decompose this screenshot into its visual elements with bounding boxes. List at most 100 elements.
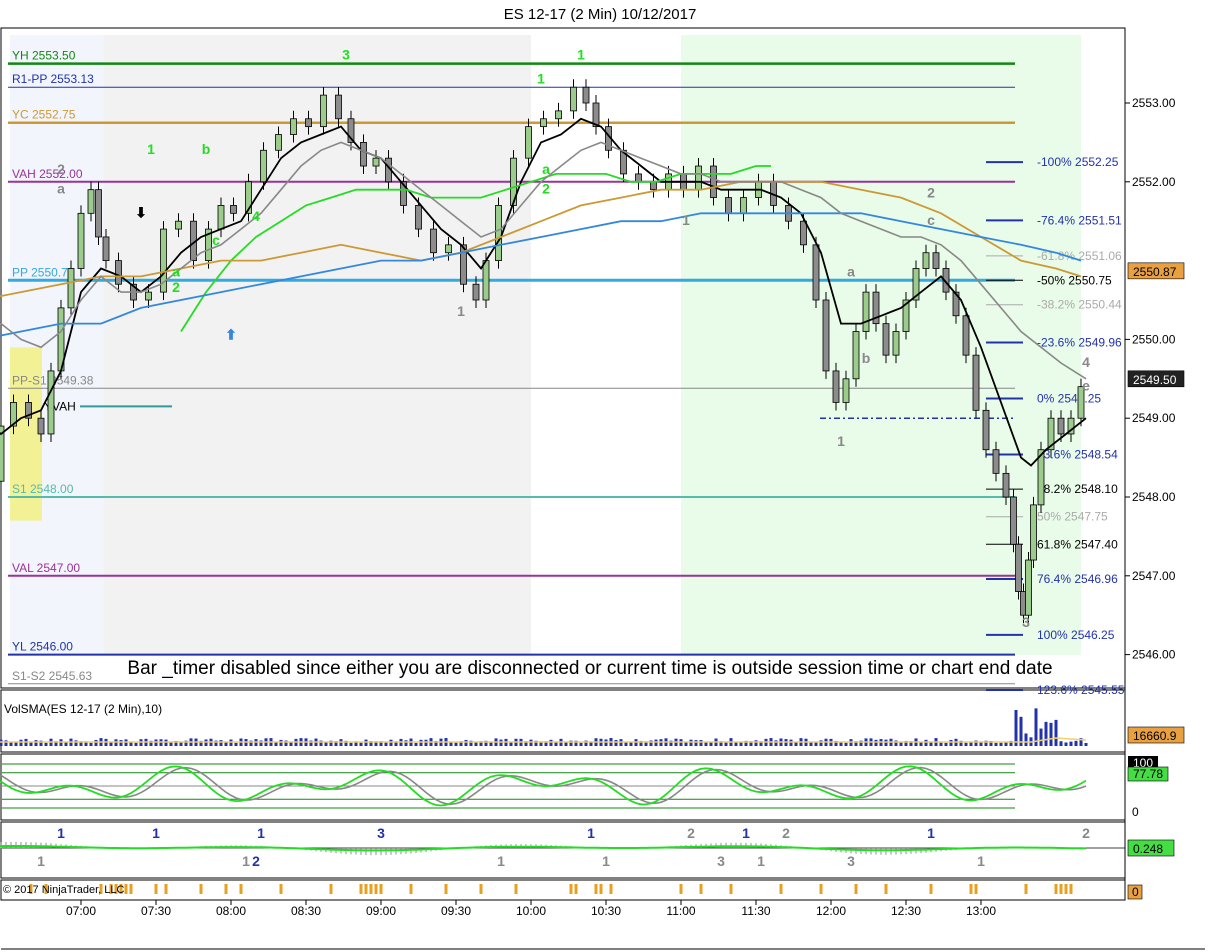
candle: [260, 149, 267, 183]
session-marker: [379, 884, 383, 894]
time-axis[interactable]: 07:00 07:30 08:00 08:30 09:00 09:30 10:00 10:30…: [66, 900, 996, 918]
x-tick-label: 12:00: [816, 904, 846, 918]
volume-bar: [579, 742, 583, 746]
pivot-label: YH 2553.50: [12, 49, 76, 63]
session-marker: [699, 884, 703, 894]
session-marker-panel: 0: [29, 884, 1143, 900]
panel-frame: [0, 821, 1126, 879]
session-marker: [514, 884, 518, 894]
candle: [77, 212, 85, 269]
wave-label: 1: [837, 433, 845, 449]
x-tick-label: 10:30: [591, 904, 621, 918]
pivot-label: YL 2546.00: [12, 640, 73, 654]
wave-label: 3: [1022, 614, 1030, 630]
wave-label: 1: [682, 212, 690, 228]
candle: [962, 315, 970, 356]
session-marker: [599, 884, 603, 894]
price-tags: 2550.87 2549.50: [1127, 262, 1185, 388]
candle: [1002, 472, 1010, 498]
fib-label: -76.4% 2551.51: [1037, 213, 1122, 227]
session-marker: [1069, 884, 1073, 894]
volume-panel-label: VolSMA(ES 12-17 (2 Min),10): [4, 702, 162, 716]
volume-bar: [614, 740, 618, 746]
session-marker: [359, 884, 363, 894]
volume-bar: [694, 740, 698, 746]
candle: [47, 370, 55, 435]
candle: [882, 323, 890, 356]
candle: [582, 86, 590, 104]
volume-bar: [119, 740, 123, 746]
x-tick-label: 07:00: [66, 904, 96, 918]
y-tick-label: 2548.00: [1132, 490, 1176, 504]
session-backgrounds: [10, 35, 1081, 655]
candle: [87, 189, 95, 214]
wave-label: c: [212, 232, 220, 248]
volume-bar: [709, 742, 713, 746]
pivot-label: R1-PP 2553.13: [12, 72, 94, 86]
session-marker: [594, 884, 598, 894]
volume-bar: [229, 739, 233, 746]
volume-bar: [34, 740, 38, 746]
candle: [1025, 559, 1032, 616]
volume-bar: [44, 742, 48, 746]
macd-wave-label: 1: [742, 825, 750, 841]
stoch-tick-0: 0: [1132, 805, 1139, 819]
wave-label: a: [542, 161, 550, 177]
candle: [540, 118, 547, 128]
volume-bar: [939, 742, 943, 746]
candle: [635, 173, 642, 183]
volume-tag-text: 16660.9: [1133, 729, 1177, 743]
candle: [305, 118, 312, 128]
chart-canvas[interactable]: ES 12-17 (2 Min) 10/12/2017 YH 2553.50 R1…: [0, 0, 1208, 952]
volume-bar: [944, 742, 948, 746]
session-marker: [154, 884, 158, 894]
y-tick-label: 2550.00: [1132, 332, 1176, 346]
pivot-label: PP 2550.75: [12, 265, 75, 279]
volume-bar: [789, 739, 793, 746]
volume-bar: [1064, 742, 1068, 746]
candle: [145, 291, 152, 301]
candle: [570, 86, 577, 112]
candle: [175, 220, 182, 230]
volume-bar: [454, 742, 458, 746]
session-marker: [444, 884, 448, 894]
candle: [1057, 417, 1065, 435]
session-marker: [369, 884, 373, 894]
volume-bar: [1084, 742, 1088, 746]
session-marker: [479, 884, 483, 894]
candle: [102, 236, 110, 262]
session-marker: [409, 884, 413, 894]
volume-bar: [219, 740, 223, 746]
session-marker: [884, 884, 888, 894]
fib-label: 38.2% 2548.10: [1037, 482, 1118, 496]
macd-wave-label: 2: [687, 825, 695, 841]
wave-label: 1: [537, 70, 545, 86]
session-marker: [374, 884, 378, 894]
session-marker: [1059, 884, 1063, 894]
macd-wave-label: 2: [252, 853, 260, 869]
session-marker: [574, 884, 578, 894]
volume-bar: [774, 740, 778, 746]
x-tick-label: 11:30: [741, 904, 770, 918]
volume-bar: [689, 739, 693, 746]
volume-bar: [0, 739, 3, 746]
x-tick-label: 10:00: [516, 904, 546, 918]
candle: [445, 244, 452, 254]
fib-label: -38.2% 2550.44: [1037, 298, 1122, 312]
candle: [495, 205, 502, 262]
volume-bar: [844, 742, 848, 746]
wave-label: 3: [342, 47, 350, 63]
volume-bar: [474, 742, 478, 746]
session-bg-midday: [103, 35, 531, 655]
fib-label: 0% 2549.25: [1037, 392, 1101, 406]
macd-wave-label: 2: [782, 825, 790, 841]
volume-bar: [1004, 742, 1008, 746]
wave-label: a: [57, 181, 65, 197]
candle: [932, 252, 940, 269]
candle: [217, 205, 225, 230]
volume-bar: [414, 742, 418, 746]
fib-label: 100% 2546.25: [1037, 628, 1115, 642]
macd-wave-label: 1: [57, 825, 65, 841]
volume-bar: [364, 739, 368, 746]
macd-wave-label: 3: [717, 853, 725, 869]
